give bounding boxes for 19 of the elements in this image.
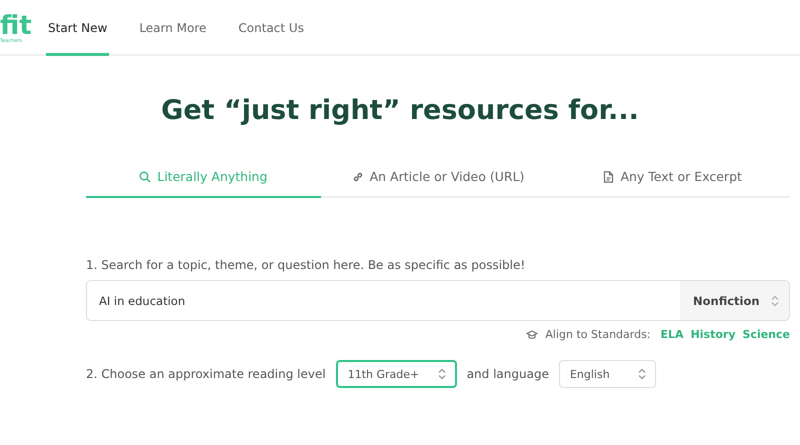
search-instruction: 1. Search for a topic, theme, or question here. Be as specific as possible! [86,258,526,272]
standards-label: Align to Standards: [545,328,651,341]
reading-level-label: 2. Choose an approximate reading level [86,367,326,381]
search-icon [139,170,152,182]
language-select[interactable]: English [558,360,656,388]
logo-mark: fit [0,14,33,38]
tab[interactable]: Any Text or Excerpt [555,160,790,198]
graduation-cap-icon [526,330,538,340]
nav-link[interactable]: Contact Us [236,0,306,56]
nav-link[interactable]: Start New [46,0,110,56]
link-icon [352,170,364,182]
document-icon [603,170,614,182]
page-heading: Get “just right” resources for... [160,94,640,128]
tab[interactable]: An Article or Video (URL) [320,160,556,198]
nav-link[interactable]: Learn More [137,0,208,56]
language-label: and language [466,367,549,381]
reading-level-select[interactable]: 11th Grade+ [336,360,457,388]
chevron-icon [438,368,446,380]
chevron-icon [638,368,646,380]
